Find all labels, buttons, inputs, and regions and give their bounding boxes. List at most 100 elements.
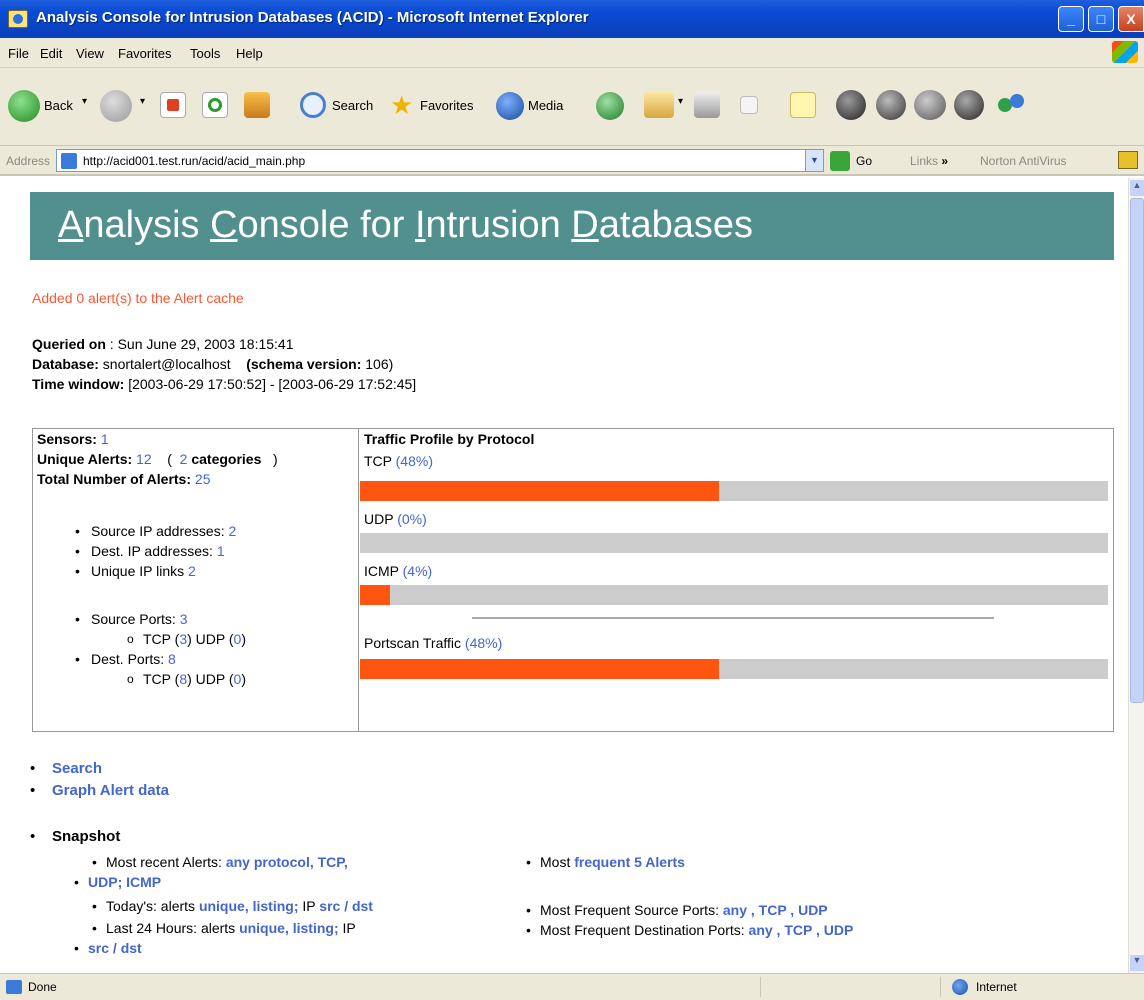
unique-alerts-link[interactable]: 12: [136, 451, 152, 467]
tcp-pct-link[interactable]: (48%): [396, 453, 433, 469]
menu-view[interactable]: View: [76, 46, 104, 61]
go-button[interactable]: Go: [856, 154, 872, 168]
page-title: Analysis Console for Intrusion Databases: [58, 204, 753, 247]
menu-help[interactable]: Help: [236, 46, 263, 61]
ip-links-item: Unique IP links 2: [75, 563, 196, 579]
vertical-scrollbar[interactable]: ▲ ▼: [1128, 178, 1144, 973]
window-titlebar: Analysis Console for Intrusion Databases…: [0, 0, 1144, 38]
dest-tcp-link[interactable]: 8: [179, 671, 187, 687]
history-icon[interactable]: [596, 92, 624, 120]
maximize-button[interactable]: □: [1088, 6, 1114, 32]
dest-ip-label: Dest. IP addresses:: [91, 543, 213, 559]
today-unique-link[interactable]: unique: [199, 898, 245, 914]
mail-dropdown-icon[interactable]: ▾: [678, 96, 683, 107]
mobile-icon[interactable]: [954, 90, 984, 120]
print-icon[interactable]: [694, 92, 720, 118]
source-ip-link[interactable]: 2: [229, 523, 237, 539]
favorites-icon[interactable]: ★: [390, 90, 413, 121]
source-ports-link[interactable]: 3: [180, 611, 188, 627]
dst-ports-tcp-link[interactable]: TCP: [784, 922, 812, 938]
address-dropdown-icon[interactable]: ▼: [805, 150, 823, 171]
zone-label: Internet: [976, 980, 1017, 994]
categories-link[interactable]: 2: [180, 451, 188, 467]
total-alerts-link[interactable]: 25: [195, 471, 211, 487]
frequent-5-alerts-link[interactable]: frequent 5 Alerts: [574, 854, 685, 870]
links-button[interactable]: Links »: [910, 154, 948, 168]
dst-ports-udp-link[interactable]: UDP: [824, 922, 854, 938]
today-src-dst-link[interactable]: src / dst: [319, 898, 373, 914]
edit-icon[interactable]: [740, 96, 758, 114]
last24-src-dst-link[interactable]: src / dst: [88, 940, 142, 956]
recent-udp-link[interactable]: UDP: [88, 874, 118, 890]
forward-dropdown-icon[interactable]: ▾: [140, 96, 145, 107]
address-url[interactable]: http://acid001.test.run/acid/acid_main.p…: [83, 154, 305, 168]
clock-icon[interactable]: [876, 90, 906, 120]
search-label[interactable]: Search: [332, 98, 373, 113]
go-arrow-icon[interactable]: [830, 151, 850, 171]
paren-close: ): [241, 631, 246, 647]
back-label[interactable]: Back: [44, 98, 73, 113]
source-ports-item: Source Ports: 3: [75, 611, 188, 627]
menu-tools[interactable]: Tools: [190, 46, 220, 61]
stop-icon[interactable]: [160, 92, 186, 118]
back-dropdown-icon[interactable]: ▾: [82, 96, 87, 107]
sensors-link[interactable]: 1: [101, 431, 109, 447]
udp-pct-link[interactable]: (0%): [397, 511, 427, 527]
sensors-label: Sensors:: [37, 431, 97, 447]
icmp-pct-link[interactable]: (4%): [403, 563, 433, 579]
recent-icmp-link[interactable]: ICMP: [126, 874, 161, 890]
search-icon[interactable]: [300, 92, 326, 118]
menu-file[interactable]: File: [8, 46, 29, 61]
users-icon[interactable]: [996, 90, 1026, 120]
chat-icon[interactable]: [914, 90, 946, 120]
dst-ports-any-link[interactable]: any: [749, 922, 773, 938]
total-alerts-line: Total Number of Alerts: 25: [37, 471, 210, 487]
udp-bar: [360, 533, 1108, 553]
scroll-up-icon[interactable]: ▲: [1130, 180, 1144, 196]
home-icon[interactable]: [244, 92, 270, 118]
close-button[interactable]: X: [1118, 6, 1144, 32]
window-title: Analysis Console for Intrusion Databases…: [36, 9, 589, 26]
note-icon[interactable]: [790, 92, 816, 118]
norton-icon[interactable]: [1118, 151, 1138, 169]
today-ip-label: IP: [302, 898, 316, 914]
messenger-icon[interactable]: [836, 90, 866, 120]
title-part: atabases: [598, 204, 753, 246]
recent-tcp-link[interactable]: TCP: [318, 854, 344, 870]
media-label[interactable]: Media: [528, 98, 563, 113]
graph-alert-link[interactable]: Graph Alert data: [52, 782, 169, 799]
dest-ip-link[interactable]: 1: [217, 543, 225, 559]
address-input[interactable]: http://acid001.test.run/acid/acid_main.p…: [56, 149, 824, 172]
recent-any-link[interactable]: any protocol: [226, 854, 310, 870]
minimize-button[interactable]: _: [1058, 6, 1084, 32]
frequent-src-ports-label: Most Frequent Source Ports:: [540, 902, 719, 918]
refresh-icon[interactable]: [202, 92, 228, 118]
media-icon[interactable]: [496, 92, 524, 120]
src-ports-udp-link[interactable]: UDP: [798, 902, 828, 918]
src-ports-any-link[interactable]: any: [723, 902, 747, 918]
portscan-bar-fill: [360, 659, 720, 679]
schema-value: 106): [361, 356, 394, 372]
src-ports-tcp-link[interactable]: TCP: [759, 902, 787, 918]
database-label: Database:: [32, 356, 99, 372]
ip-links-link[interactable]: 2: [188, 563, 196, 579]
search-link[interactable]: Search: [52, 760, 102, 777]
today-listing-link[interactable]: listing: [253, 898, 294, 914]
source-tcp-link[interactable]: 3: [179, 631, 187, 647]
scroll-thumb[interactable]: [1130, 198, 1144, 703]
norton-antivirus-button[interactable]: Norton AntiVirus: [980, 154, 1067, 168]
menu-edit[interactable]: Edit: [40, 46, 62, 61]
portscan-pct-link[interactable]: (48%): [465, 635, 502, 651]
cache-message: Added 0 alert(s) to the Alert cache: [32, 290, 244, 306]
dest-ports-link[interactable]: 8: [168, 651, 176, 667]
mail-icon[interactable]: [644, 92, 674, 118]
last24-listing-link[interactable]: listing: [293, 920, 334, 936]
forward-icon[interactable]: [100, 90, 132, 122]
last24-unique-link[interactable]: unique: [239, 920, 285, 936]
back-icon[interactable]: [8, 90, 40, 122]
categories-label: categories: [191, 451, 262, 467]
scroll-down-icon[interactable]: ▼: [1130, 955, 1144, 971]
queried-on-value: : Sun June 29, 2003 18:15:41: [105, 336, 294, 352]
menu-favorites[interactable]: Favorites: [118, 46, 171, 61]
favorites-label[interactable]: Favorites: [420, 98, 473, 113]
